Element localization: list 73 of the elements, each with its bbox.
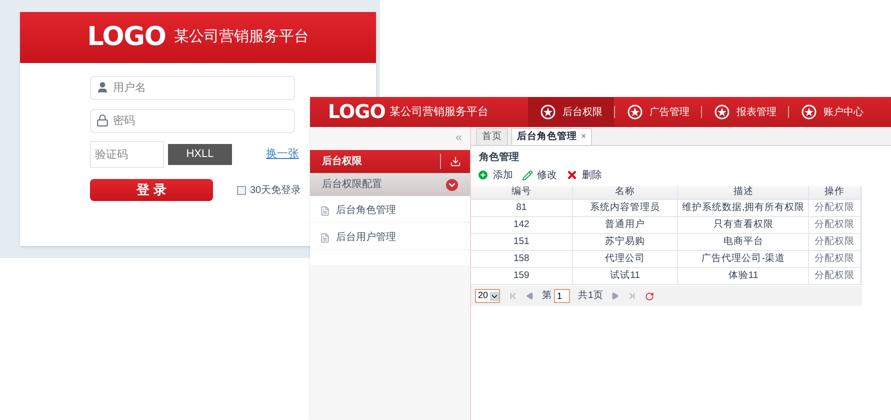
table-cell: 电商平台 [678, 234, 810, 250]
first-page-icon[interactable] [508, 291, 518, 301]
table-cell: 普通用户 [572, 217, 678, 233]
platform-title: 某公司营销服务平台 [389, 104, 488, 120]
group-label: 后台权限配置 [322, 178, 382, 192]
table-cell: 维护系统数据,拥有所有权限 [678, 200, 810, 216]
star-badge-icon [540, 104, 556, 120]
toolbar-button[interactable]: 删除 [563, 168, 605, 182]
column-header: 编号 [471, 186, 573, 199]
tab[interactable]: 首页 [476, 128, 508, 145]
page-label: 第 [542, 288, 552, 303]
plus-icon [477, 169, 489, 181]
remember-label: 30天免登录 [250, 184, 302, 198]
column-header: 操作 [809, 186, 862, 199]
table-cell: 158 [471, 251, 573, 267]
assign-permission-link[interactable]: 分配权限 [809, 234, 862, 250]
table-cell: 苏宁易购 [572, 234, 678, 250]
user-icon [96, 81, 109, 94]
refresh-icon[interactable] [645, 292, 654, 300]
expand-icon [446, 178, 458, 190]
table-cell: 系统内容管理员 [572, 200, 678, 216]
table-cell: 142 [471, 217, 573, 233]
nav-tab[interactable]: 账户中心 [789, 97, 876, 127]
document-icon [320, 232, 330, 242]
table-cell: 81 [471, 200, 573, 216]
last-page-icon[interactable] [627, 291, 638, 301]
logo: LOGO [328, 100, 386, 125]
page-total: 共1页 [578, 288, 604, 303]
dropdown-icon [490, 292, 500, 300]
lock-icon [96, 114, 109, 127]
table-cell: 代理公司 [572, 251, 678, 267]
star-badge-icon [627, 104, 644, 120]
logo: LOGO [87, 21, 166, 54]
table-cell: 广告代理公司-渠道 [678, 251, 810, 267]
captcha-image: HXLL [168, 144, 232, 165]
download-icon[interactable] [450, 156, 461, 167]
assign-permission-link[interactable]: 分配权限 [809, 200, 862, 216]
close-tab-icon[interactable]: × [581, 130, 586, 144]
input-field[interactable]: 用户名 [90, 76, 295, 100]
pencil-icon [522, 170, 533, 180]
assign-permission-link[interactable]: 分配权限 [809, 268, 862, 284]
table-cell: 体验11 [678, 268, 810, 284]
delete-icon [566, 169, 578, 181]
column-header: 名称 [572, 186, 678, 199]
star-badge-icon [714, 104, 730, 120]
column-header: 描述 [678, 186, 810, 199]
nav-tab[interactable]: 报表管理 [702, 97, 788, 127]
page-size-select[interactable]: 20 [475, 289, 500, 303]
page-number-field[interactable]: 1 [554, 289, 570, 303]
table-cell: 159 [471, 268, 573, 284]
refresh-captcha-link[interactable]: 换一张 [266, 146, 299, 163]
next-page-icon[interactable] [611, 292, 620, 300]
table-cell: 试试11 [572, 268, 678, 284]
panel-title: 角色管理 [478, 150, 519, 165]
nav-tab[interactable]: 广告管理 [615, 97, 702, 127]
nav-tab[interactable]: 后台权限 [528, 97, 614, 127]
sidebar-group[interactable]: 后台权限配置 [310, 173, 470, 196]
document-icon [320, 206, 330, 216]
login-button[interactable]: 登 录 [90, 179, 213, 201]
input-field[interactable]: 密码 [90, 109, 295, 133]
star-badge-icon [801, 104, 818, 120]
platform-title: 某公司营销服务平台 [174, 27, 309, 48]
captcha-field[interactable]: 验证码 [90, 141, 164, 168]
assign-permission-link[interactable]: 分配权限 [809, 217, 862, 233]
assign-permission-link[interactable]: 分配权限 [809, 251, 862, 267]
tab[interactable]: 后台角色管理 × [511, 128, 592, 145]
section-title: 后台权限 [321, 154, 363, 169]
checkbox[interactable] [237, 186, 246, 194]
previous-page-icon[interactable] [526, 292, 534, 300]
table-cell: 只有查看权限 [678, 217, 810, 233]
toolbar-button[interactable]: 添加 [474, 168, 516, 182]
table-cell: 151 [471, 234, 573, 250]
toolbar-button[interactable]: 修改 [519, 168, 560, 182]
